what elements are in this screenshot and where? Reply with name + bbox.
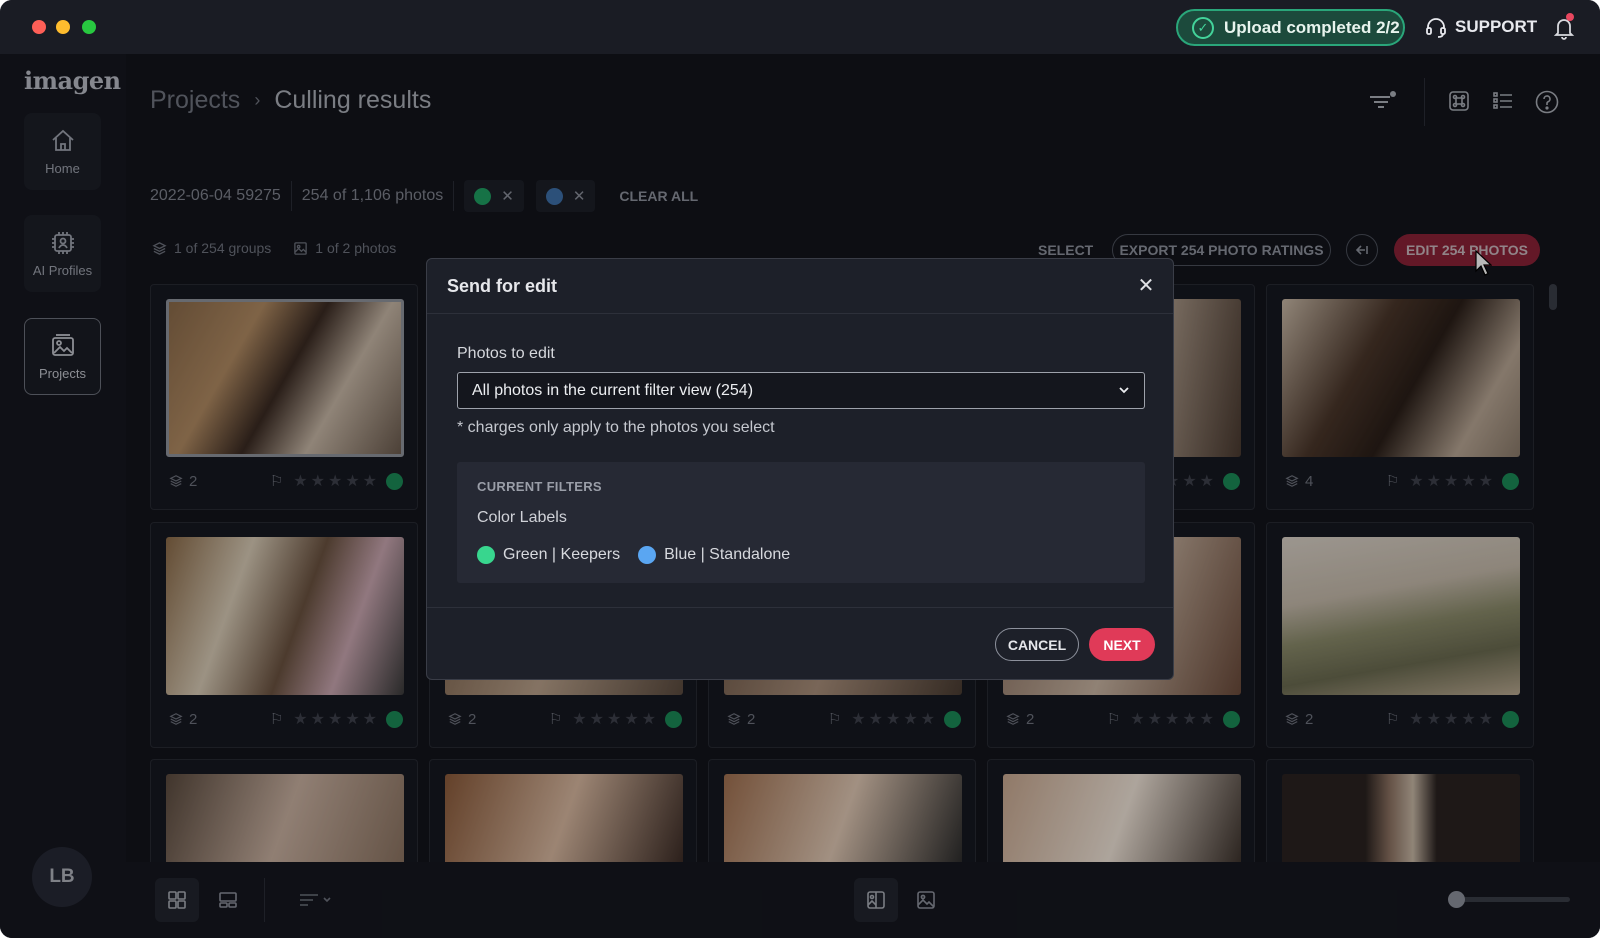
upload-status-badge[interactable]: ✓ Upload completed 2/2: [1176, 9, 1405, 46]
label-text: Green | Keepers: [503, 546, 621, 563]
headset-icon: [1426, 18, 1446, 38]
chevron-down-icon: [1119, 387, 1129, 394]
close-icon[interactable]: ✕: [1135, 275, 1157, 297]
color-label-list: Green | Keepers Blue | Standalone: [477, 546, 790, 564]
color-labels-heading: Color Labels: [477, 509, 567, 526]
next-button[interactable]: NEXT: [1089, 628, 1155, 661]
support-label: SUPPORT: [1455, 17, 1538, 36]
dialog-title: Send for edit: [447, 276, 558, 296]
color-label-green: Green | Keepers: [477, 546, 620, 564]
upload-status-text: Upload completed 2/2: [1224, 17, 1400, 37]
notification-dot: [1566, 13, 1574, 21]
charges-note: * charges only apply to the photos you s…: [457, 419, 775, 436]
send-for-edit-dialog: Send for edit ✕ Photos to edit All photo…: [426, 258, 1174, 680]
current-filters-heading: CURRENT FILTERS: [477, 479, 602, 494]
maximize-window-button[interactable]: [82, 20, 96, 34]
dialog-header: Send for edit ✕: [427, 259, 1173, 314]
photos-to-edit-select[interactable]: All photos in the current filter view (2…: [457, 372, 1145, 409]
photos-to-edit-label: Photos to edit: [457, 345, 555, 362]
select-value: All photos in the current filter view (2…: [472, 381, 754, 399]
current-filters-panel: CURRENT FILTERS Color Labels Green | Kee…: [457, 462, 1145, 583]
minimize-window-button[interactable]: [56, 20, 70, 34]
green-dot-icon: [477, 546, 495, 564]
close-window-button[interactable]: [32, 20, 46, 34]
app-window: ✓ Upload completed 2/2 SUPPORT imagen Ho…: [0, 0, 1600, 938]
dialog-footer-divider: [427, 607, 1173, 608]
color-label-blue: Blue | Standalone: [638, 546, 790, 564]
cancel-button[interactable]: CANCEL: [995, 628, 1079, 661]
title-bar: ✓ Upload completed 2/2 SUPPORT: [0, 0, 1600, 54]
check-circle-icon: ✓: [1192, 16, 1214, 39]
blue-dot-icon: [638, 546, 657, 564]
label-text: Blue | Standalone: [664, 546, 791, 563]
support-button[interactable]: SUPPORT: [1425, 16, 1537, 38]
